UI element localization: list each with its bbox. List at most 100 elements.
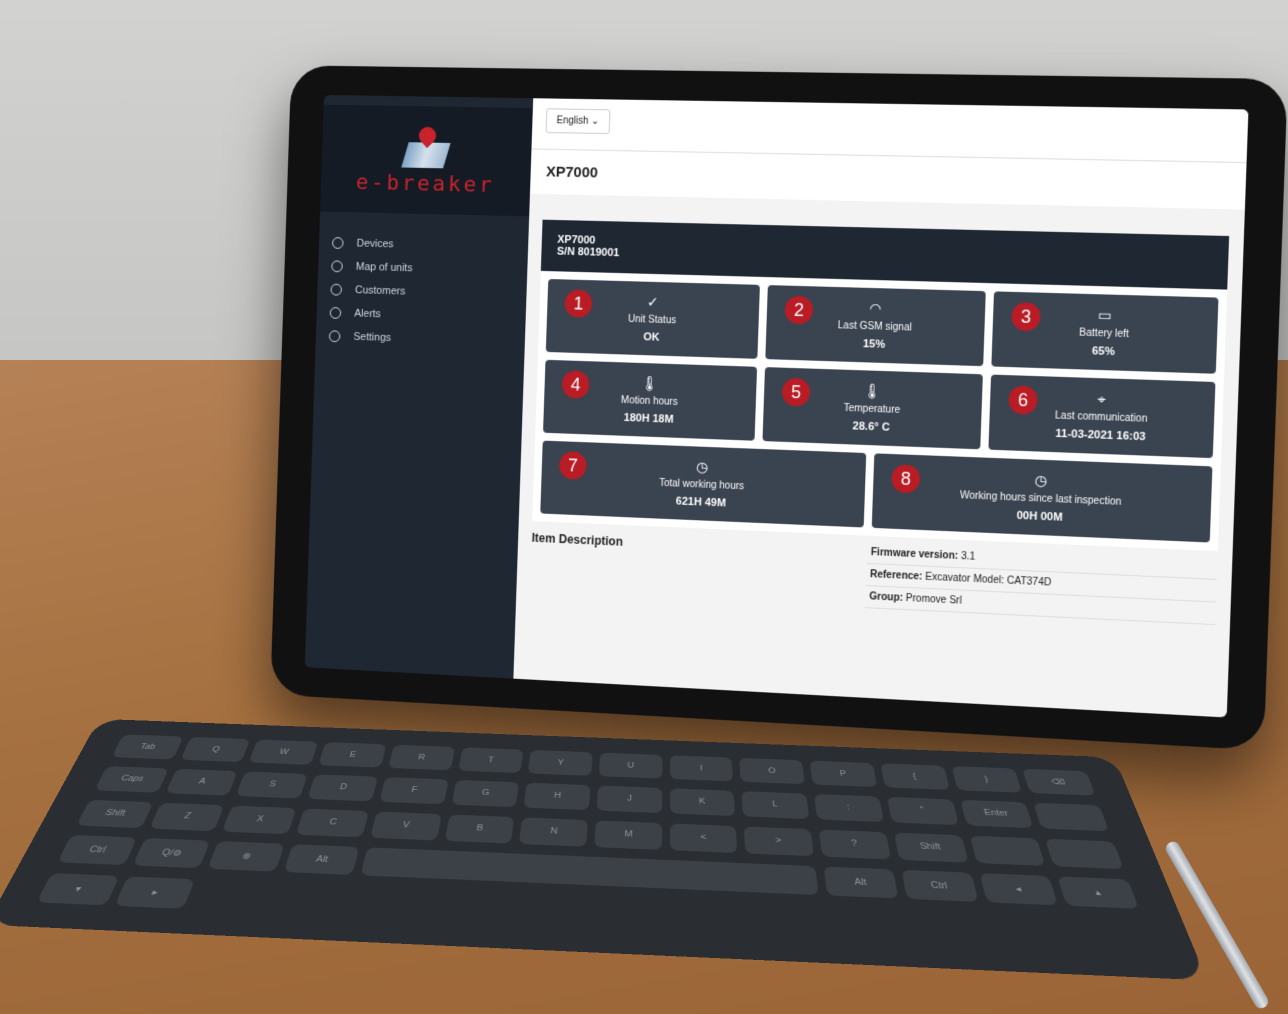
users-icon bbox=[330, 283, 343, 296]
sidebar-item-label: Settings bbox=[353, 331, 392, 344]
keyboard-key: Enter bbox=[959, 799, 1034, 829]
keyboard-key: T bbox=[457, 747, 524, 774]
item-description-heading: Item Description bbox=[531, 530, 624, 549]
keyboard-key: I bbox=[669, 755, 734, 782]
keyboard-key: Y bbox=[528, 749, 593, 776]
card-value: 11-03-2021 16:03 bbox=[1055, 427, 1146, 444]
keyboard-key: L bbox=[741, 790, 810, 819]
card-label: Last GSM signal bbox=[837, 320, 913, 334]
keyboard-key: N bbox=[519, 817, 589, 847]
keyboard-key: V bbox=[369, 811, 442, 841]
gear-icon bbox=[331, 237, 344, 249]
card-label: Motion hours bbox=[620, 395, 678, 408]
card-motion-hours: 4 🌡 Motion hours 180H 18M bbox=[543, 359, 758, 441]
card-total-working-hours: 7 ◷ Total working hours 621H 49M bbox=[540, 440, 867, 528]
callout-badge: 4 bbox=[561, 370, 590, 399]
keyboard-key: W bbox=[249, 739, 319, 765]
keyboard-key: D bbox=[307, 774, 378, 802]
spec-label: Firmware version: bbox=[870, 546, 959, 562]
sidebar: e-breaker Devices Map of units Customers… bbox=[304, 94, 534, 679]
keyboard-key: > bbox=[744, 826, 815, 856]
battery-icon: ▭ bbox=[1097, 306, 1112, 324]
tablet-device: e-breaker Devices Map of units Customers… bbox=[270, 65, 1288, 751]
keyboard-key: } bbox=[951, 766, 1023, 793]
language-select[interactable]: English ⌄ bbox=[545, 108, 611, 135]
main-content: English ⌄ XP7000 XP7000 S/N 8019001 1 ✓ … bbox=[513, 98, 1249, 718]
keyboard-key: { bbox=[880, 763, 950, 790]
keyboard-spacebar bbox=[360, 847, 819, 896]
keyboard-key: J bbox=[596, 785, 663, 814]
card-label: Last communication bbox=[1054, 410, 1148, 425]
spec-list: Firmware version: 3.1 Reference: Excavat… bbox=[864, 541, 1218, 626]
sidebar-item-settings[interactable]: Settings bbox=[328, 324, 526, 354]
spec-label: Reference: bbox=[869, 569, 923, 583]
keyboard-key: R bbox=[387, 744, 455, 771]
keyboard-key: ◂ bbox=[979, 873, 1059, 906]
keyboard-key: ▾ bbox=[36, 873, 120, 906]
keyboard-key: M bbox=[594, 820, 662, 850]
keyboard-key: Tab bbox=[111, 734, 184, 760]
map-pin-icon bbox=[331, 260, 343, 273]
settings-icon bbox=[328, 330, 341, 343]
thermometer-icon: 🌡 bbox=[640, 374, 659, 392]
logo-text: e-breaker bbox=[355, 169, 496, 198]
keyboard-key: B bbox=[444, 814, 515, 844]
keyboard-key: A bbox=[165, 768, 239, 796]
keyboard-key: Alt bbox=[823, 866, 899, 899]
keyboard-key: G bbox=[451, 779, 520, 808]
callout-badge: 6 bbox=[1008, 385, 1038, 415]
spec-value: Excavator Model: CAT374D bbox=[925, 571, 1052, 589]
keyboard-key: O bbox=[739, 757, 806, 785]
keyboard-key: Ctrl bbox=[901, 870, 979, 903]
card-gsm-signal: 2 ◠ Last GSM signal 15% bbox=[765, 285, 986, 367]
callout-badge: 7 bbox=[558, 451, 587, 480]
keyboard-key: U bbox=[598, 752, 663, 779]
card-value: 180H 18M bbox=[623, 411, 674, 426]
sidebar-item-label: Alerts bbox=[354, 307, 381, 321]
callout-badge: 2 bbox=[784, 295, 814, 325]
keyboard-key: ? bbox=[818, 829, 891, 860]
checkmark-icon: ✓ bbox=[646, 293, 659, 310]
keyboard-key: P bbox=[809, 760, 878, 788]
keyboard-key: Shift bbox=[76, 799, 154, 828]
keyboard-key: ▸ bbox=[113, 876, 196, 910]
callout-badge: 1 bbox=[564, 289, 593, 318]
logo-icon bbox=[399, 122, 454, 170]
callout-badge: 3 bbox=[1011, 302, 1041, 332]
keyboard-key bbox=[1033, 802, 1110, 832]
thermometer-icon: 🌡 bbox=[863, 382, 882, 400]
spec-value: 3.1 bbox=[960, 550, 976, 563]
keyboard-key: ⌫ bbox=[1022, 768, 1096, 796]
card-value: OK bbox=[643, 331, 660, 344]
bell-icon bbox=[329, 306, 342, 319]
sidebar-item-label: Devices bbox=[356, 237, 394, 251]
card-label: Working hours since last inspection bbox=[959, 490, 1122, 508]
keyboard-key: Alt bbox=[283, 844, 360, 876]
card-temperature: 5 🌡 Temperature 28.6° C bbox=[762, 367, 983, 450]
card-value: 00H 00M bbox=[1016, 509, 1063, 524]
keyboard-key: C bbox=[295, 808, 369, 838]
keyboard-key: Q/⚙ bbox=[132, 838, 211, 869]
card-value: 28.6° C bbox=[852, 420, 890, 434]
keyboard-key: : bbox=[814, 793, 884, 822]
card-hours-since-inspection: 8 ◷ Working hours since last inspection … bbox=[871, 453, 1213, 543]
keyboard-key: E bbox=[318, 742, 387, 768]
card-unit-status: 1 ✓ Unit Status OK bbox=[545, 279, 760, 359]
card-value: 65% bbox=[1091, 345, 1116, 359]
keyboard-key: Caps bbox=[94, 765, 169, 793]
keyboard-key: " bbox=[886, 796, 959, 825]
keyboard-key: Shift bbox=[893, 832, 969, 863]
keyboard-key: Q bbox=[180, 736, 251, 763]
sidebar-item-label: Customers bbox=[354, 284, 406, 298]
logo[interactable]: e-breaker bbox=[320, 104, 533, 217]
keyboard-key: < bbox=[669, 823, 738, 853]
location-icon: ⌖ bbox=[1097, 390, 1107, 408]
clock-icon: ◷ bbox=[1034, 471, 1048, 489]
callout-badge: 8 bbox=[891, 464, 921, 494]
card-value: 15% bbox=[862, 338, 886, 351]
card-label: Temperature bbox=[843, 402, 901, 416]
keyboard-key bbox=[1045, 838, 1124, 869]
sidebar-nav: Devices Map of units Customers Alerts Se… bbox=[316, 211, 530, 354]
keyboard-key: K bbox=[669, 788, 736, 816]
keyboard-key: H bbox=[523, 782, 591, 811]
